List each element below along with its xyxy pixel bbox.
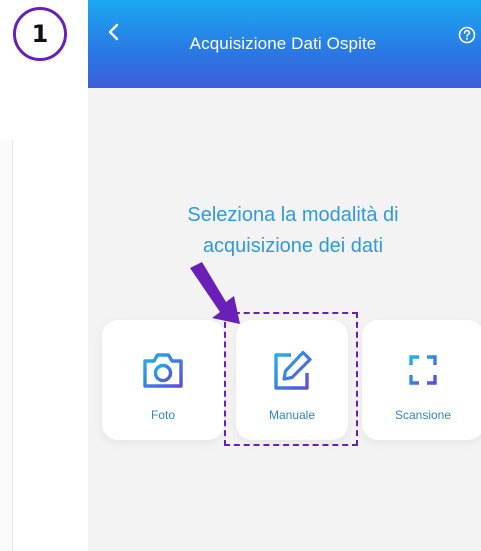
highlight-dashed-box [224,312,358,446]
step-number-badge: 1 [13,7,67,61]
option-foto-button[interactable]: Foto [102,320,224,440]
app-header: Acquisizione Dati Ospite [88,0,481,88]
option-label: Scansione [394,408,452,422]
scan-icon [407,355,439,385]
page-title: Acquisizione Dati Ospite [189,34,377,53]
prompt-line-1: Seleziona la modalità di [187,204,399,226]
help-button[interactable] [456,24,478,46]
option-label: Foto [150,408,175,422]
phone-screen: Acquisizione Dati Ospite Seleziona la mo… [88,0,481,551]
help-circle-icon [458,26,476,44]
chevron-left-icon [108,23,119,41]
pointer-arrow-icon [190,262,240,324]
camera-icon [143,353,183,388]
selection-prompt: Seleziona la modalità di acquisizione de… [128,200,458,262]
adjacent-panel-edge [0,140,13,551]
back-button[interactable] [100,22,128,58]
prompt-line-2: acquisizione dei dati [202,235,384,257]
option-scansione-button[interactable]: Scansione [362,320,481,440]
